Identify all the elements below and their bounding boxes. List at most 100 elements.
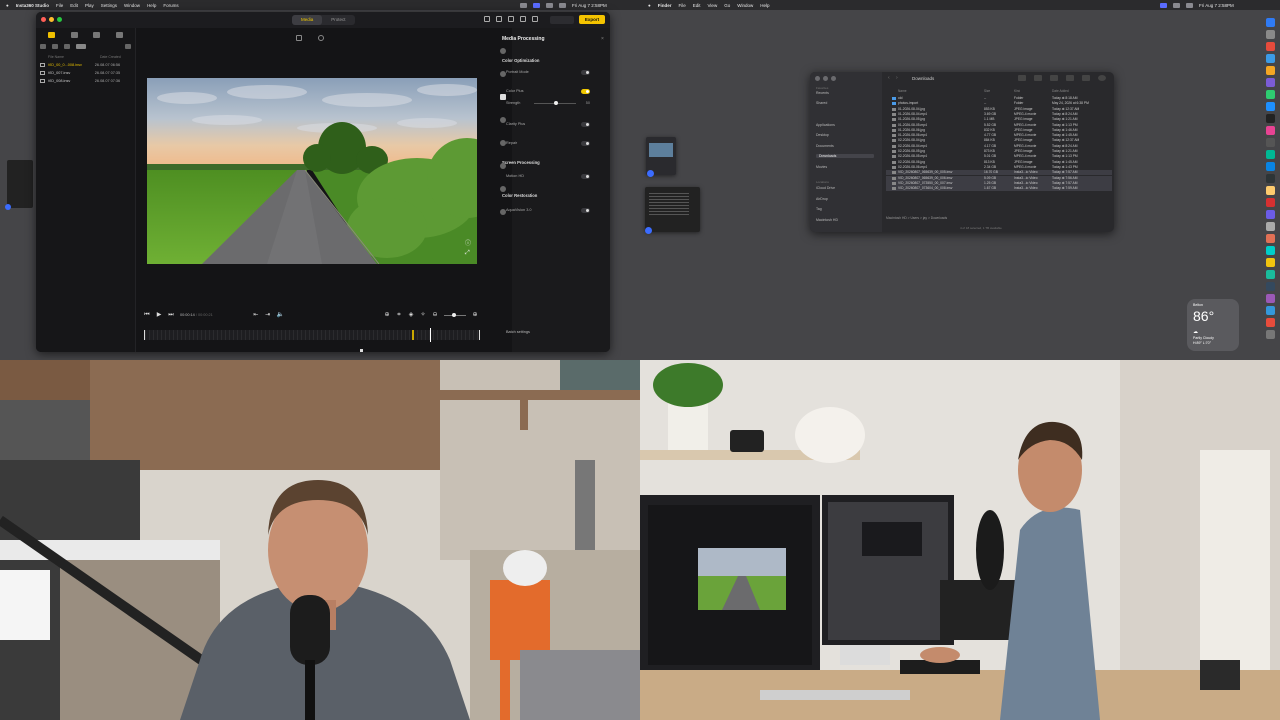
menu-clock-2[interactable]: Fri Aug 7 2:58PM xyxy=(1199,3,1234,8)
video-preview[interactable]: ⓘ ⤢ xyxy=(147,78,477,264)
tag-icon[interactable] xyxy=(1066,75,1074,81)
clarity-plus-toggle[interactable] xyxy=(581,122,590,127)
strength-slider-knob[interactable] xyxy=(554,101,558,105)
stage-manager-thumbnails[interactable] xyxy=(5,160,35,210)
motion-hd-toggle[interactable] xyxy=(581,174,590,179)
camera-icon[interactable] xyxy=(508,16,514,22)
finder-row[interactable]: old -- Folder Today at 8:18 AM xyxy=(886,96,1112,101)
account-pill[interactable] xyxy=(550,16,574,24)
sidebar-item-documents[interactable]: Documents xyxy=(816,144,834,148)
menu-edit[interactable]: Edit xyxy=(693,3,701,8)
tool-icon[interactable] xyxy=(500,209,506,215)
app-icon[interactable] xyxy=(1265,246,1275,255)
volume-icon[interactable]: 🔈 xyxy=(277,312,284,318)
finder-row[interactable]: 02-2026-08-05.mp4 5.01 GB MPEG-4 movie Toda… xyxy=(886,154,1112,159)
app-icon[interactable] xyxy=(1265,318,1275,327)
app-icon[interactable] xyxy=(1265,294,1275,303)
tool-icon[interactable] xyxy=(500,71,506,77)
app-icon[interactable] xyxy=(1265,42,1275,51)
status-icon[interactable] xyxy=(520,2,527,8)
menu-file[interactable]: File xyxy=(678,3,685,8)
menu-file[interactable]: File xyxy=(56,3,63,8)
help-icon[interactable] xyxy=(484,16,490,22)
sidebar-item-tag[interactable]: Tag xyxy=(816,207,822,211)
app-icon[interactable] xyxy=(1265,138,1275,147)
marker-icon[interactable]: ◈ xyxy=(408,312,414,318)
path-bar[interactable]: Macintosh HD > Users > jay > Downloads xyxy=(886,216,947,220)
sidebar-item-airdrop[interactable]: AirDrop xyxy=(816,197,828,201)
app-icon[interactable] xyxy=(1265,54,1275,63)
user-icon[interactable] xyxy=(532,16,538,22)
crop-icon[interactable] xyxy=(296,35,302,41)
stage-thumbnail[interactable] xyxy=(7,160,33,208)
finder-row[interactable]: 02-2026-08-06.jpg 813 KB JPEG image Today a… xyxy=(886,160,1112,165)
app-icon[interactable] xyxy=(1265,282,1275,291)
sidebar-item-macintosh-hd[interactable]: Macintosh HD xyxy=(816,218,838,222)
menu-play[interactable]: Play xyxy=(85,3,94,8)
finder-row[interactable]: 02-2026-08-04.jpg 884 KB JPEG image Today a… xyxy=(886,138,1112,143)
app-icon[interactable] xyxy=(1265,270,1275,279)
finder-row[interactable]: photos-import -- Folder May 24, 2026 at 6:3… xyxy=(886,101,1112,106)
trash-icon[interactable] xyxy=(1265,330,1275,339)
settings-icon[interactable] xyxy=(520,16,526,22)
close-icon[interactable]: × xyxy=(601,36,604,42)
finder-row[interactable]: VID_20260807_073550_00_007.insv 1.25 GB In… xyxy=(886,180,1112,186)
column-file-name[interactable]: File Name xyxy=(48,55,100,59)
zoom-icon[interactable] xyxy=(57,17,62,22)
app-icon[interactable] xyxy=(1265,162,1275,171)
tool-icon[interactable] xyxy=(500,117,506,123)
filter-icon[interactable] xyxy=(40,44,46,49)
app-icon[interactable] xyxy=(1265,90,1275,99)
play-icon[interactable]: ▶ xyxy=(156,312,162,318)
status-icon[interactable] xyxy=(1160,2,1167,8)
add-icon[interactable] xyxy=(125,44,131,49)
finder-row[interactable]: 01-2026-08-05.mp4 5.52 GB MPEG-4 movie Toda… xyxy=(886,123,1112,128)
menu-settings[interactable]: Settings xyxy=(101,3,117,8)
file-row[interactable]: VID_008.insv 26.08.07 07:36 xyxy=(36,77,135,85)
zoom-slider[interactable] xyxy=(444,312,466,317)
import-icon[interactable] xyxy=(116,32,124,38)
column-name[interactable]: Name xyxy=(898,89,907,93)
playhead[interactable] xyxy=(430,328,431,342)
stage-window-thumbnail[interactable] xyxy=(645,187,700,234)
stage-window-thumbnail[interactable] xyxy=(646,137,676,177)
column-kind[interactable]: Kind xyxy=(1014,89,1020,93)
message-icon[interactable] xyxy=(496,16,502,22)
tab-protect[interactable]: Protect xyxy=(322,15,354,25)
tool-icon[interactable] xyxy=(500,186,506,192)
battery-icon[interactable] xyxy=(559,2,566,8)
zoom-slider-knob[interactable] xyxy=(452,312,456,317)
finder-row[interactable]: 01-2026-08-06.jpg 832 KB JPEG image Today a… xyxy=(886,128,1112,133)
app-icon[interactable] xyxy=(1265,126,1275,135)
file-row[interactable]: VID_007.insv 26.08.07 07:35 xyxy=(36,69,135,77)
skip-back-icon[interactable]: ⏮ xyxy=(144,312,150,318)
list-view-icon[interactable] xyxy=(76,44,86,49)
apple-icon[interactable]: ● xyxy=(648,3,651,8)
skip-forward-icon[interactable]: ⏭ xyxy=(168,312,174,318)
sidebar-item-applications[interactable]: Applications xyxy=(816,123,835,127)
finder-row[interactable]: 02-2026-08-05.jpg 873 KB JPEG image Today a… xyxy=(886,149,1112,154)
sidebar-item-downloads[interactable]: Downloads xyxy=(816,154,874,158)
group-icon[interactable] xyxy=(1034,75,1042,81)
sidebar-item-icloud[interactable]: iCloud Drive xyxy=(816,186,835,190)
back-icon[interactable]: ‹ xyxy=(888,75,890,81)
forward-icon[interactable]: › xyxy=(896,75,898,81)
finder-row[interactable]: 01-2026-08-04.jpg 853 KB JPEG image Today a… xyxy=(886,107,1112,112)
app-icon[interactable] xyxy=(1265,30,1275,39)
more-icon[interactable] xyxy=(1082,75,1090,81)
app-icon[interactable] xyxy=(1265,306,1275,315)
sidebar-item-shared[interactable]: Shared xyxy=(816,101,827,105)
finder-row[interactable]: 01-2026-08-04.mp4 3.69 GB MPEG-4 movie Toda… xyxy=(886,112,1112,117)
menu-window[interactable]: Window xyxy=(737,3,753,8)
info-icon[interactable]: ⓘ xyxy=(465,238,471,247)
zoom-out-icon[interactable]: ⊖ xyxy=(432,312,438,318)
repair-toggle[interactable] xyxy=(581,141,590,146)
apple-icon[interactable]: ● xyxy=(6,3,9,8)
column-date-added[interactable]: Date Added xyxy=(1052,89,1069,93)
menu-help[interactable]: Help xyxy=(760,3,769,8)
column-size[interactable]: Size xyxy=(984,89,990,93)
grid-view-icon[interactable] xyxy=(64,44,70,49)
album-icon[interactable] xyxy=(70,32,78,38)
app-icon[interactable] xyxy=(1265,222,1275,231)
timeline[interactable] xyxy=(144,328,480,342)
